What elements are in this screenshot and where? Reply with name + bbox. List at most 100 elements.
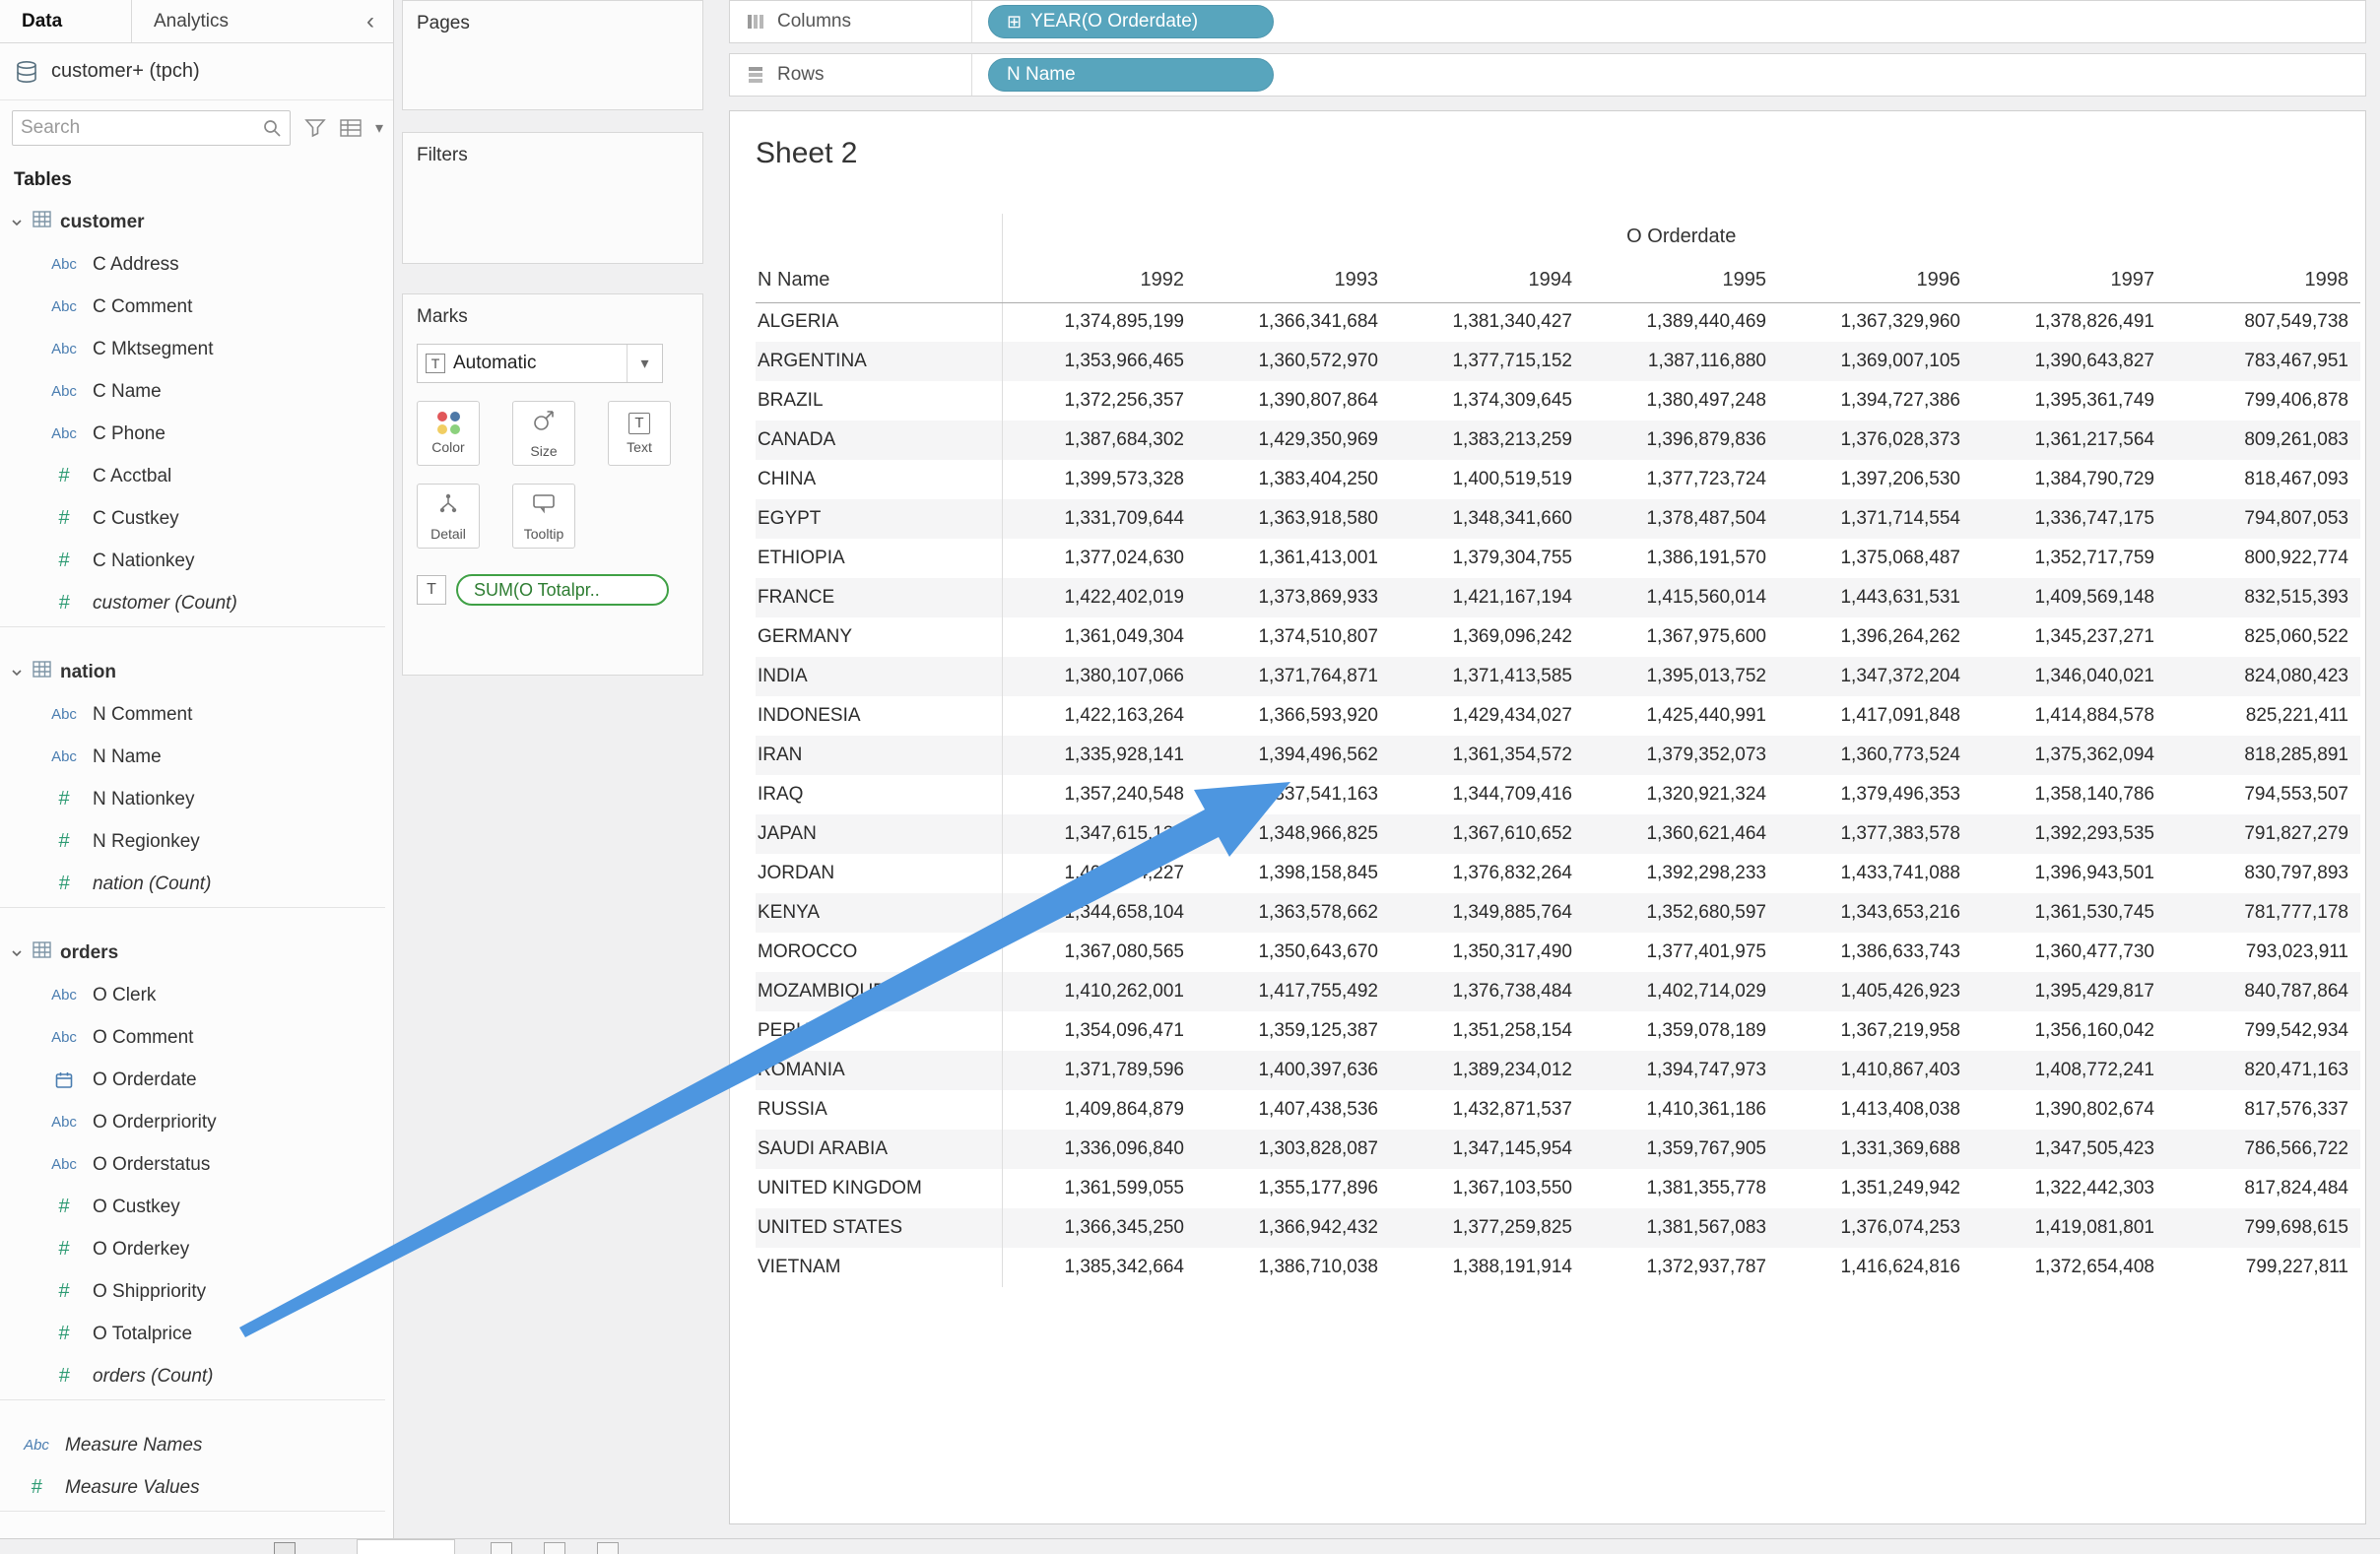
value-cell[interactable]: 1,367,329,960 — [1778, 302, 1972, 342]
field-item[interactable]: AbcO Comment — [0, 1016, 385, 1059]
value-cell[interactable]: 1,386,633,743 — [1778, 933, 1972, 972]
row-header-cell[interactable]: VIETNAM — [756, 1248, 1002, 1287]
value-cell[interactable]: 1,379,496,353 — [1778, 775, 1972, 814]
value-cell[interactable]: 820,471,163 — [2166, 1051, 2360, 1090]
search-input[interactable] — [21, 117, 262, 139]
value-cell[interactable]: 800,922,774 — [2166, 539, 2360, 578]
value-cell[interactable]: 1,386,191,570 — [1584, 539, 1778, 578]
value-cell[interactable]: 783,467,951 — [2166, 342, 2360, 381]
value-cell[interactable]: 1,380,497,248 — [1584, 381, 1778, 421]
field-item[interactable]: #C Custkey — [0, 497, 385, 540]
value-cell[interactable]: 1,360,773,524 — [1778, 736, 1972, 775]
value-cell[interactable]: 1,361,413,001 — [1196, 539, 1390, 578]
value-cell[interactable]: 1,360,572,970 — [1196, 342, 1390, 381]
value-cell[interactable]: 1,336,747,175 — [1972, 499, 2166, 539]
field-item[interactable]: AbcN Name — [0, 736, 385, 778]
value-cell[interactable]: 794,807,053 — [2166, 499, 2360, 539]
row-header-cell[interactable]: FRANCE — [756, 578, 1002, 617]
value-cell[interactable]: 1,352,717,759 — [1972, 539, 2166, 578]
chevron-down-icon[interactable]: ▾ — [375, 118, 383, 138]
value-cell[interactable]: 1,344,658,104 — [1002, 893, 1196, 933]
new-dashboard-icon[interactable] — [544, 1542, 565, 1554]
value-cell[interactable]: 1,396,264,262 — [1778, 617, 1972, 657]
value-cell[interactable]: 1,387,684,302 — [1002, 421, 1196, 460]
value-cell[interactable]: 1,347,372,204 — [1778, 657, 1972, 696]
collapse-pane-icon[interactable]: ‹ — [348, 0, 393, 42]
field-item[interactable]: #customer (Count) — [0, 582, 385, 624]
text-button[interactable]: T Text — [608, 401, 671, 466]
value-cell[interactable]: 1,347,145,954 — [1390, 1130, 1584, 1169]
row-header-cell[interactable]: PERU — [756, 1011, 1002, 1051]
field-item[interactable]: #O Orderkey — [0, 1228, 385, 1270]
row-header-cell[interactable]: MOROCCO — [756, 933, 1002, 972]
value-cell[interactable]: 1,359,125,387 — [1196, 1011, 1390, 1051]
value-cell[interactable]: 1,344,709,416 — [1390, 775, 1584, 814]
value-cell[interactable]: 1,360,477,730 — [1972, 933, 2166, 972]
value-cell[interactable]: 1,361,354,572 — [1390, 736, 1584, 775]
value-cell[interactable]: 1,377,723,724 — [1584, 460, 1778, 499]
field-item[interactable]: #N Nationkey — [0, 778, 385, 820]
value-cell[interactable]: 781,777,178 — [2166, 893, 2360, 933]
value-cell[interactable]: 818,285,891 — [2166, 736, 2360, 775]
value-cell[interactable]: 1,392,298,233 — [1584, 854, 1778, 893]
row-header-cell[interactable]: EGYPT — [756, 499, 1002, 539]
value-cell[interactable]: 1,402,714,029 — [1584, 972, 1778, 1011]
field-item[interactable]: #orders (Count) — [0, 1355, 385, 1397]
value-cell[interactable]: 1,367,610,652 — [1390, 814, 1584, 854]
table-group-header[interactable]: nation — [0, 651, 385, 693]
value-cell[interactable]: 1,360,621,464 — [1584, 814, 1778, 854]
field-item[interactable]: AbcC Phone — [0, 413, 385, 455]
value-cell[interactable]: 1,331,709,644 — [1002, 499, 1196, 539]
value-cell[interactable]: 1,394,747,973 — [1584, 1051, 1778, 1090]
value-cell[interactable]: 1,398,158,845 — [1196, 854, 1390, 893]
row-header-cell[interactable]: UNITED KINGDOM — [756, 1169, 1002, 1208]
value-cell[interactable]: 1,352,680,597 — [1584, 893, 1778, 933]
row-header-cell[interactable]: ETHIOPIA — [756, 539, 1002, 578]
row-header-cell[interactable]: GERMANY — [756, 617, 1002, 657]
value-cell[interactable]: 1,345,237,271 — [1972, 617, 2166, 657]
value-cell[interactable]: 1,355,177,896 — [1196, 1169, 1390, 1208]
row-header-cell[interactable]: INDIA — [756, 657, 1002, 696]
view-options-icon[interactable] — [340, 119, 362, 137]
value-cell[interactable]: 1,372,937,787 — [1584, 1248, 1778, 1287]
value-cell[interactable]: 1,416,624,816 — [1778, 1248, 1972, 1287]
field-item[interactable]: #N Regionkey — [0, 820, 385, 863]
value-cell[interactable]: 1,429,434,027 — [1390, 696, 1584, 736]
value-cell[interactable]: 1,356,160,042 — [1972, 1011, 2166, 1051]
year-column-header[interactable]: 1994 — [1390, 259, 1584, 302]
value-cell[interactable]: 1,397,206,530 — [1778, 460, 1972, 499]
value-cell[interactable]: 799,542,934 — [2166, 1011, 2360, 1051]
value-cell[interactable]: 1,432,871,537 — [1390, 1090, 1584, 1130]
value-cell[interactable]: 1,377,401,975 — [1584, 933, 1778, 972]
value-cell[interactable]: 1,377,715,152 — [1390, 342, 1584, 381]
year-column-header[interactable]: 1998 — [2166, 259, 2360, 302]
value-cell[interactable]: 1,354,096,471 — [1002, 1011, 1196, 1051]
row-header-cell[interactable]: JAPAN — [756, 814, 1002, 854]
field-item[interactable]: AbcC Name — [0, 370, 385, 413]
value-cell[interactable]: 1,369,007,105 — [1778, 342, 1972, 381]
chevron-down-icon[interactable] — [10, 216, 24, 229]
value-cell[interactable]: 1,410,262,001 — [1002, 972, 1196, 1011]
row-header-cell[interactable]: SAUDI ARABIA — [756, 1130, 1002, 1169]
row-header-cell[interactable]: MOZAMBIQUE — [756, 972, 1002, 1011]
year-column-header[interactable]: 1992 — [1002, 259, 1196, 302]
field-item[interactable]: #nation (Count) — [0, 863, 385, 905]
value-cell[interactable]: 799,227,811 — [2166, 1248, 2360, 1287]
chevron-down-icon[interactable]: ▾ — [627, 345, 662, 382]
value-cell[interactable]: 1,396,879,836 — [1584, 421, 1778, 460]
value-cell[interactable]: 1,348,341,660 — [1390, 499, 1584, 539]
value-cell[interactable]: 1,367,975,600 — [1584, 617, 1778, 657]
field-item[interactable]: #O Totalprice — [0, 1313, 385, 1355]
value-cell[interactable]: 1,390,643,827 — [1972, 342, 2166, 381]
year-column-header[interactable]: 1997 — [1972, 259, 2166, 302]
value-cell[interactable]: 1,377,259,825 — [1390, 1208, 1584, 1248]
chevron-down-icon[interactable] — [10, 946, 24, 960]
value-cell[interactable]: 817,576,337 — [2166, 1090, 2360, 1130]
field-item[interactable]: AbcO Orderstatus — [0, 1143, 385, 1186]
value-cell[interactable]: 1,378,826,491 — [1972, 302, 2166, 342]
field-item[interactable]: #C Acctbal — [0, 455, 385, 497]
value-cell[interactable]: 1,396,943,501 — [1972, 854, 2166, 893]
active-sheet-tab[interactable] — [357, 1539, 455, 1554]
row-header-cell[interactable]: INDONESIA — [756, 696, 1002, 736]
value-cell[interactable]: 1,303,828,087 — [1196, 1130, 1390, 1169]
